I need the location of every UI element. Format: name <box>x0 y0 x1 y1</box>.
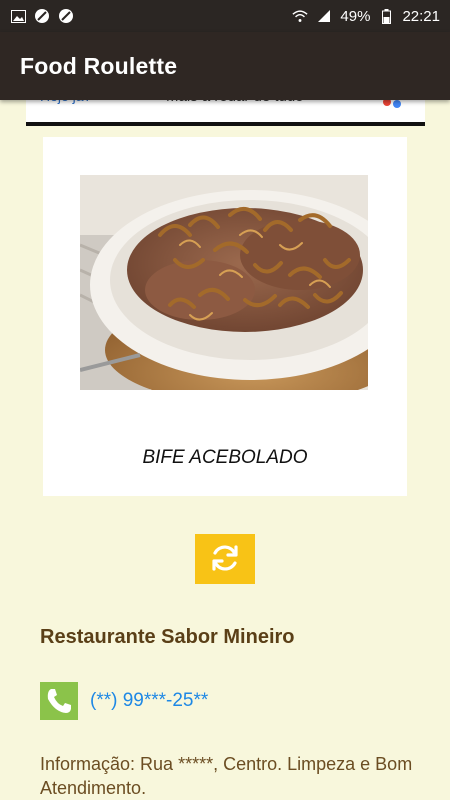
phone-row[interactable]: (**) 99***-25** <box>40 682 208 720</box>
status-bar: 49% 22:21 <box>0 0 450 32</box>
dish-card: BIFE ACEBOLADO <box>43 137 407 496</box>
restaurant-info: Informação: Rua *****, Centro. Limpeza e… <box>40 754 413 798</box>
battery-icon <box>378 8 394 24</box>
status-right: 49% 22:21 <box>292 8 440 25</box>
battery-percent: 49% <box>340 7 371 25</box>
app-title: Food Roulette <box>20 52 178 79</box>
blocked-notification-icon <box>34 8 50 24</box>
phone-icon[interactable] <box>40 682 78 720</box>
refresh-button[interactable] <box>195 534 255 584</box>
status-left <box>10 8 74 24</box>
restaurant-name: Restaurante Sabor Mineiro <box>40 626 295 648</box>
refresh-icon <box>208 541 242 578</box>
food-image <box>80 175 368 390</box>
image-notification-icon <box>10 8 26 24</box>
wifi-icon <box>292 8 309 24</box>
dish-name: BIFE ACEBOLADO <box>142 447 308 468</box>
app-bar: Food Roulette <box>0 32 450 100</box>
phone-number[interactable]: (**) 99***-25** <box>90 690 208 712</box>
signal-icon <box>316 8 332 24</box>
blocked-notification-icon-2 <box>58 8 74 24</box>
clock: 22:21 <box>402 7 440 25</box>
